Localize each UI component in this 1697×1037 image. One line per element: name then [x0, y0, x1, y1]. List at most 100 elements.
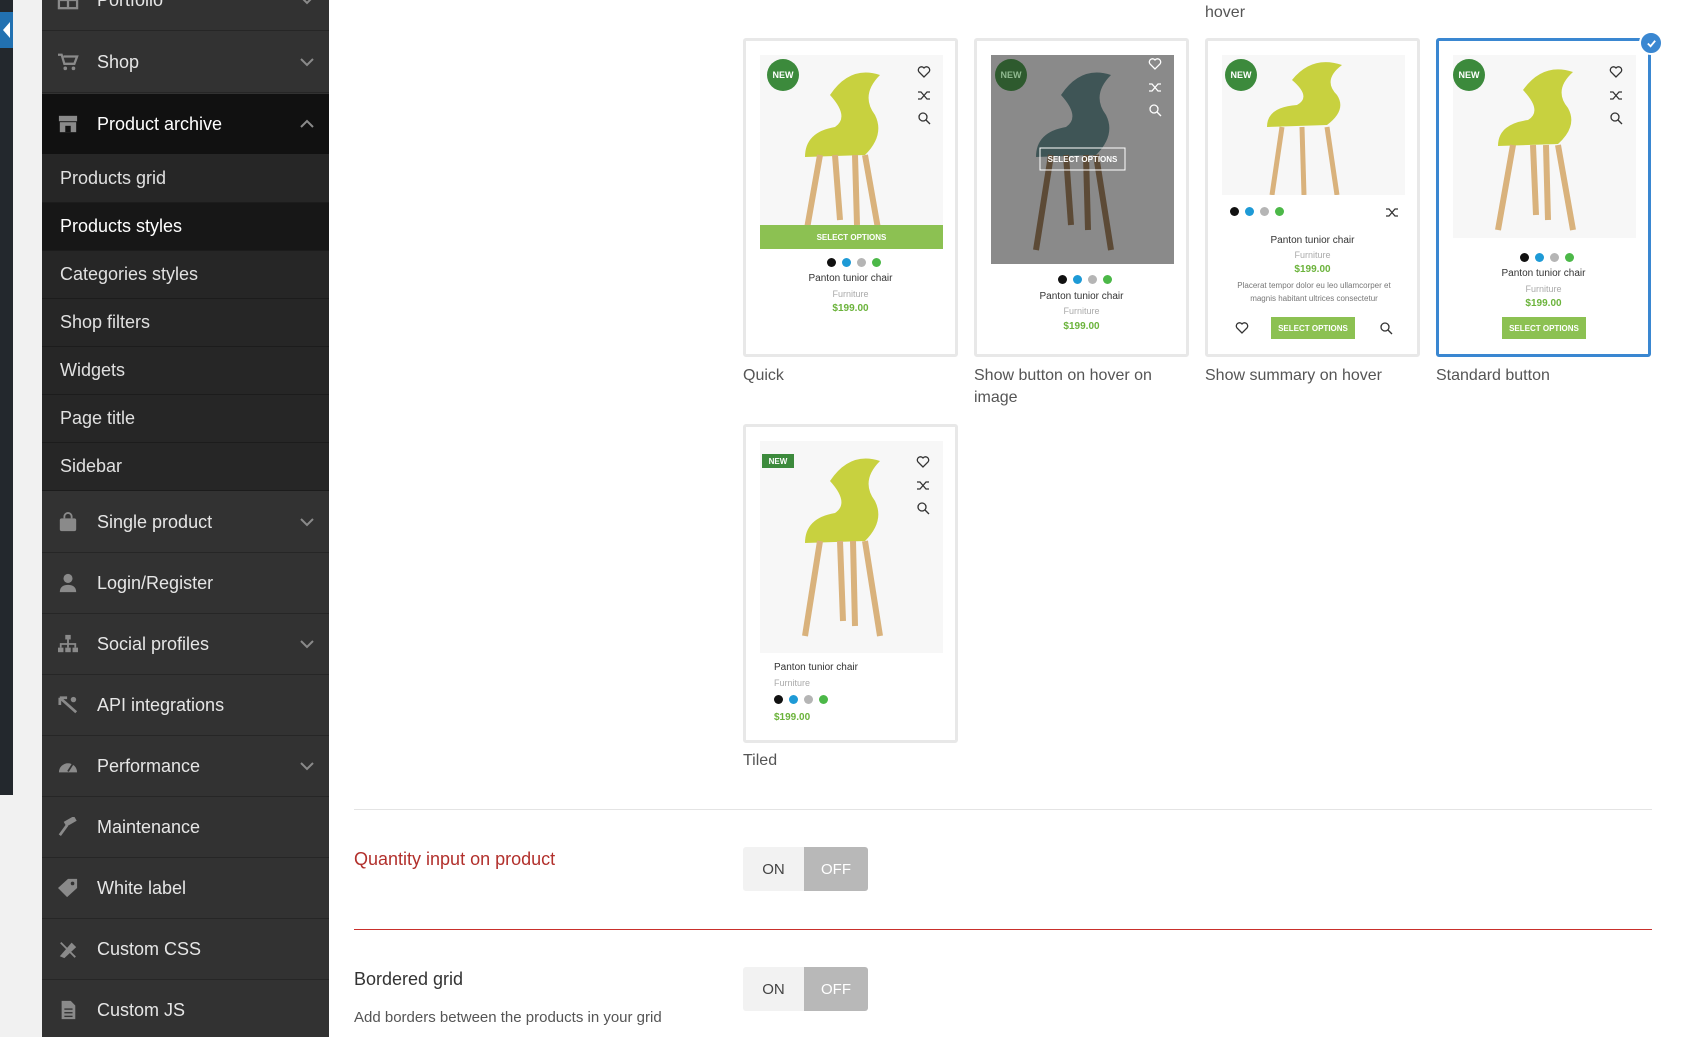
- chevron-down-icon: [300, 762, 314, 771]
- toggle-off-button[interactable]: OFF: [804, 847, 868, 891]
- sidebar-item-label: Performance: [97, 755, 201, 776]
- swatch: [842, 258, 851, 267]
- sidebar-subitem-products-styles[interactable]: Products styles: [42, 203, 329, 251]
- new-badge: NEW: [762, 454, 794, 468]
- swatch: [1245, 207, 1254, 216]
- product-name: Panton tunior chair: [1039, 291, 1124, 302]
- sidebar-item-performance[interactable]: Performance: [42, 736, 329, 797]
- sidebar-item-label: Social profiles: [97, 633, 210, 654]
- new-badge: NEW: [767, 59, 799, 91]
- heart-icon: [1235, 322, 1249, 334]
- section-divider-error: [354, 929, 1652, 930]
- chevron-down-icon: [300, 640, 314, 649]
- swatch: [1058, 275, 1067, 284]
- sidebar-item-label: Portfolio: [97, 0, 163, 11]
- toggle-on-button[interactable]: ON: [743, 967, 804, 1011]
- product-price: $199.00: [1063, 321, 1100, 332]
- style-option-tiled[interactable]: NEW Panton tunior chair Furniture $199.0…: [743, 424, 958, 743]
- quantity-input-toggle[interactable]: ON OFF: [743, 847, 868, 891]
- product-category: Furniture: [1294, 250, 1331, 260]
- select-options-button: SELECT OPTIONS: [1502, 317, 1586, 339]
- tag-icon: [56, 877, 80, 899]
- product-price: $199.00: [1294, 264, 1331, 275]
- sidebar-item-portfolio[interactable]: Portfolio: [42, 0, 329, 31]
- toggle-on-button[interactable]: ON: [743, 847, 804, 891]
- sidebar-item-social-profiles[interactable]: Social profiles: [42, 614, 329, 675]
- sidebar-item-maintenance[interactable]: Maintenance: [42, 797, 329, 858]
- sidebar-subitem-label: Products styles: [60, 216, 183, 236]
- bordered-grid-toggle[interactable]: ON OFF: [743, 967, 868, 1011]
- sidebar-item-label: Product archive: [97, 113, 223, 134]
- sidebar-subitem-categories-styles[interactable]: Categories styles: [42, 251, 329, 299]
- shuffle-icon: [917, 481, 929, 490]
- style-option-quick[interactable]: NEW SELECT OPTIONS Panton tunior chair F…: [743, 38, 958, 357]
- cart-icon: [56, 51, 80, 73]
- product-category: Furniture: [832, 289, 869, 299]
- action-icons: [909, 455, 937, 515]
- collapse-arrow-icon[interactable]: [0, 12, 13, 48]
- sidebar-subitem-products-grid[interactable]: Products grid: [42, 155, 329, 203]
- new-badge: NEW: [995, 59, 1027, 91]
- swatch: [1520, 253, 1529, 262]
- swatch: [857, 258, 866, 267]
- shuffle-icon: [1386, 208, 1398, 217]
- sidebar-subitem-sidebar[interactable]: Sidebar: [42, 443, 329, 491]
- heart-icon: [1148, 58, 1162, 70]
- hammer-icon: [56, 816, 80, 838]
- sidebar-item-custom-js[interactable]: Custom JS: [42, 980, 329, 1037]
- product-price: $199.00: [832, 303, 869, 314]
- color-swatches: [827, 258, 881, 267]
- sidebar-item-label: Maintenance: [97, 816, 201, 837]
- select-options-overlay: SELECT OPTIONS: [1047, 154, 1118, 164]
- sidebar-item-api-integrations[interactable]: API integrations: [42, 675, 329, 736]
- product-summary: Placerat tempor dolor eu leo ullamcorper…: [1237, 281, 1391, 303]
- heart-icon: [1609, 66, 1623, 78]
- sidebar-subitem-shop-filters[interactable]: Shop filters: [42, 299, 329, 347]
- product-price: $199.00: [774, 712, 811, 723]
- sidebar-item-single-product[interactable]: Single product: [42, 492, 329, 553]
- color-swatches: [1058, 275, 1112, 284]
- chevron-down-icon: [302, 0, 312, 5]
- color-swatches: [774, 695, 828, 704]
- swatch: [1088, 275, 1097, 284]
- heart-icon: [916, 456, 930, 468]
- plug-icon: [56, 694, 80, 716]
- sidebar-item-custom-css[interactable]: Custom CSS: [42, 919, 329, 980]
- action-icons: [1141, 57, 1169, 117]
- color-swatches: [1520, 253, 1574, 262]
- new-badge: NEW: [1225, 59, 1257, 91]
- sidebar-item-label: Login/Register: [97, 572, 214, 593]
- new-badge: NEW: [1453, 59, 1485, 91]
- sidebar-item-login-register[interactable]: Login/Register: [42, 553, 329, 614]
- sidebar-item-label: Single product: [97, 511, 213, 532]
- quantity-input-title: Quantity input on product: [354, 849, 556, 869]
- shuffle-icon: [1149, 83, 1161, 92]
- swatch: [1275, 207, 1284, 216]
- sidebar-item-label: White label: [97, 877, 187, 898]
- action-icons: [1602, 65, 1630, 125]
- sidebar-subitem-widgets[interactable]: Widgets: [42, 347, 329, 395]
- section-divider: [354, 809, 1652, 810]
- admin-bar-strip: [0, 0, 13, 1037]
- style-option-standard-button[interactable]: NEW Panton tunior chair Furniture $199.0…: [1436, 38, 1651, 357]
- sidebar-item-white-label[interactable]: White label: [42, 858, 329, 919]
- select-options-button: SELECT OPTIONS: [1271, 317, 1355, 339]
- swatch: [1535, 253, 1544, 262]
- style-option-hover-image[interactable]: SELECT OPTIONS NEW Panton tunior chair F…: [974, 38, 1189, 357]
- sidebar-item-label: Shop: [97, 51, 140, 72]
- search-icon: [1610, 112, 1623, 125]
- swatch: [1103, 275, 1112, 284]
- swatch: [1073, 275, 1082, 284]
- store-icon: [56, 113, 80, 135]
- sidebar-item-product-archive[interactable]: Product archive: [42, 94, 329, 155]
- sidebar-subitem-label: Products grid: [60, 168, 167, 188]
- swatch: [827, 258, 836, 267]
- grid-icon: [56, 0, 80, 11]
- sidebar-subitem-page-title[interactable]: Page title: [42, 395, 329, 443]
- css-icon: [56, 938, 80, 960]
- swatch: [1550, 253, 1559, 262]
- swatch: [789, 695, 798, 704]
- toggle-off-button[interactable]: OFF: [804, 967, 868, 1011]
- style-option-summary-hover[interactable]: NEW Panton tunior chair Furniture $199.0…: [1205, 38, 1420, 357]
- sidebar-item-shop[interactable]: Shop: [42, 32, 329, 93]
